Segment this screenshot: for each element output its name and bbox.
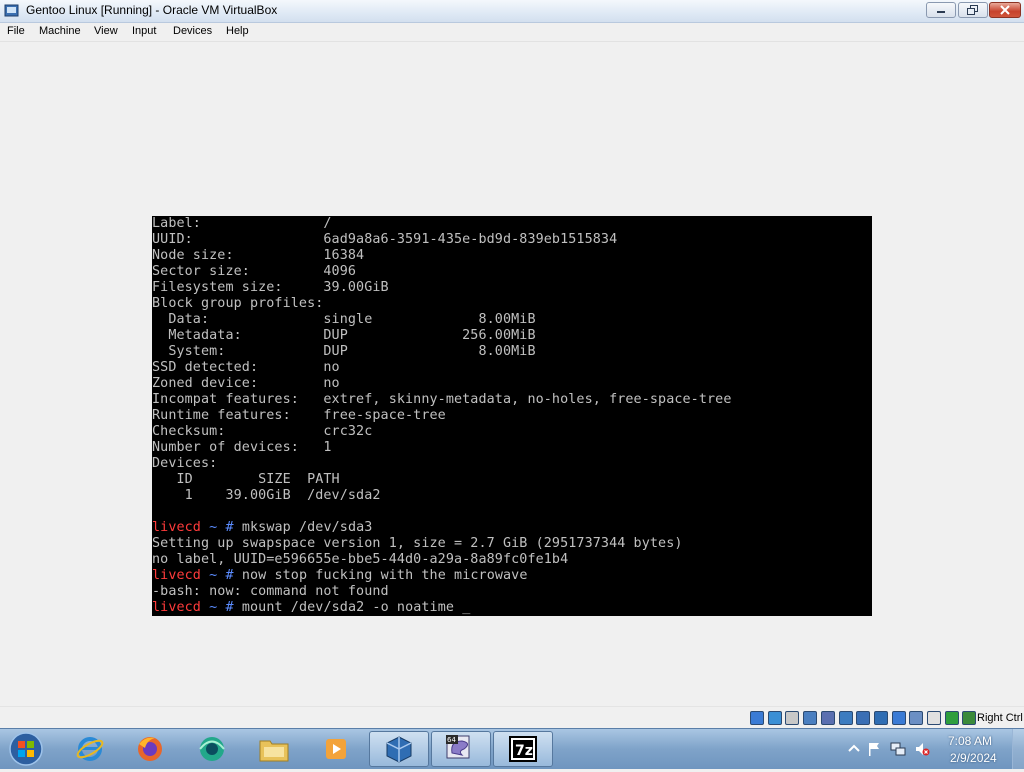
taskbar-media-player[interactable] <box>308 731 364 767</box>
menu-help[interactable]: Help <box>226 25 249 37</box>
prompt-hostname: livecd <box>152 600 201 615</box>
prompt-directory: ~ <box>209 600 218 615</box>
media-player-icon <box>326 739 346 759</box>
terminal-line: 1 39.00GiB /dev/sda2 <box>152 488 381 503</box>
network-icon[interactable] <box>890 741 906 757</box>
terminal-line: System: DUP 8.00MiB <box>152 344 536 359</box>
windows-start-icon <box>9 732 43 766</box>
vt-x-icon[interactable] <box>945 711 959 725</box>
terminal-line: Checksum: crc32c <box>152 424 373 439</box>
show-desktop-button[interactable] <box>1012 729 1024 769</box>
window-title: Gentoo Linux [Running] - Oracle VM Virtu… <box>26 3 278 17</box>
guest-additions-icon[interactable] <box>962 711 976 725</box>
clock-date[interactable]: 2/9/2024 <box>950 751 997 765</box>
volume-muted-icon[interactable] <box>914 741 930 757</box>
prompt-hostname: livecd <box>152 568 201 583</box>
virtualbox-icon <box>386 736 412 763</box>
hard-disk-icon[interactable] <box>750 711 764 725</box>
command-text: mkswap /dev/sda3 <box>233 520 373 535</box>
terminal-line: livecd ~ # mkswap /dev/sda3 <box>152 520 372 536</box>
close-icon <box>1000 5 1010 15</box>
prompt-hostname: livecd <box>152 520 201 535</box>
usb-icon[interactable] <box>821 711 835 725</box>
vm-console[interactable]: Label: / UUID: 6ad9a8a6-3591-435e-bd9d-83… <box>152 216 872 616</box>
menu-view[interactable]: View <box>94 25 118 37</box>
taskbar-internet-explorer[interactable] <box>62 731 118 767</box>
terminal-line: Setting up swapspace version 1, size = 2… <box>152 536 683 551</box>
taskbar-virtualbox-vm[interactable]: 64 <box>431 731 491 767</box>
network-icon[interactable] <box>803 711 817 725</box>
taskbar-media-app[interactable] <box>184 731 240 767</box>
terminal-line: Zoned device: no <box>152 376 340 391</box>
terminal-line: Label: / <box>152 216 332 231</box>
terminal-line: Number of devices: 1 <box>152 440 332 455</box>
terminal-line: Metadata: DUP 256.00MiB <box>152 328 536 343</box>
menu-devices[interactable]: Devices <box>173 25 212 37</box>
taskbar-virtualbox[interactable] <box>369 731 429 767</box>
7-zip-icon: 7z <box>509 736 537 762</box>
keyboard-capture-icon[interactable] <box>892 711 906 725</box>
terminal-line: Incompat features: extref, skinny-metada… <box>152 392 732 407</box>
internet-explorer-icon <box>76 737 104 761</box>
start-button[interactable] <box>6 731 46 767</box>
terminal-line: livecd ~ # mount /dev/sda2 -o noatime _ <box>152 600 470 616</box>
terminal-line: livecd ~ # now stop fucking with the mic… <box>152 568 528 584</box>
gentoo-vm-icon: 64 <box>446 735 470 759</box>
taskbar-file-explorer[interactable] <box>246 731 302 767</box>
clock-time[interactable]: 7:08 AM <box>948 734 992 748</box>
menu-machine[interactable]: Machine <box>39 25 81 37</box>
terminal-line: Runtime features: free-space-tree <box>152 408 446 423</box>
prompt-directory: ~ <box>209 520 218 535</box>
terminal-line: no label, UUID=e596655e-bbe5-44d0-a29a-8… <box>152 552 569 567</box>
prompt-symbol: # <box>225 600 234 615</box>
prompt-directory: ~ <box>209 568 218 583</box>
floppy-icon[interactable] <box>785 711 799 725</box>
terminal-line: Filesystem size: 39.00GiB <box>152 280 389 295</box>
terminal-line: ID SIZE PATH <box>152 472 340 487</box>
vm-badge: 64 <box>447 736 456 744</box>
restore-icon <box>967 5 978 15</box>
terminal-line: SSD detected: no <box>152 360 340 375</box>
prompt-symbol: # <box>225 568 234 583</box>
terminal-line: -bash: now: command not found <box>152 584 389 599</box>
menu-bar: File Machine View Input Devices Help <box>0 23 1024 42</box>
vm-status-bar: Right Ctrl <box>0 706 1024 729</box>
terminal-line: Data: single 8.00MiB <box>152 312 536 327</box>
virtualbox-app-icon[interactable] <box>4 3 19 18</box>
folder-icon <box>259 740 289 762</box>
menu-file[interactable]: File <box>7 25 25 37</box>
command-text: now stop fucking with the microwave <box>233 568 528 583</box>
mouse-integration-icon[interactable] <box>909 711 923 725</box>
firefox-icon <box>138 737 162 761</box>
7-zip-label: 7z <box>515 743 533 759</box>
taskbar: 64 7z 7:08 AM 2/9/2024 <box>0 728 1024 769</box>
taskbar-firefox[interactable] <box>122 731 178 767</box>
host-key-label[interactable]: Right Ctrl <box>977 712 1023 724</box>
command-text: mount /dev/sda2 -o noatime _ <box>233 600 471 615</box>
menu-input[interactable]: Input <box>132 25 156 37</box>
display-icon[interactable] <box>856 711 870 725</box>
terminal-line: Node size: 16384 <box>152 248 365 263</box>
terminal-line: Devices: <box>152 456 218 471</box>
prompt-symbol: # <box>225 520 234 535</box>
media-app-icon <box>199 737 225 761</box>
terminal-line: Block group profiles: <box>152 296 324 311</box>
terminal-line: UUID: 6ad9a8a6-3591-435e-bd9d-839eb15158… <box>152 232 618 247</box>
terminal-line: Sector size: 4096 <box>152 264 357 279</box>
minimize-button[interactable] <box>926 2 956 18</box>
cpu-icon[interactable] <box>927 711 941 725</box>
vm-display-area[interactable]: Label: / UUID: 6ad9a8a6-3591-435e-bd9d-83… <box>0 42 1024 706</box>
minimize-icon <box>937 11 945 13</box>
taskbar-7-zip[interactable]: 7z <box>493 731 553 767</box>
video-capture-icon[interactable] <box>874 711 888 725</box>
title-bar[interactable]: Gentoo Linux [Running] - Oracle VM Virtu… <box>0 0 1024 23</box>
restore-button[interactable] <box>958 2 988 18</box>
shared-folders-icon[interactable] <box>839 711 853 725</box>
optical-drive-icon[interactable] <box>768 711 782 725</box>
close-button[interactable] <box>989 2 1021 18</box>
show-hidden-icons-icon[interactable] <box>846 741 862 757</box>
action-center-flag-icon[interactable] <box>866 741 882 757</box>
